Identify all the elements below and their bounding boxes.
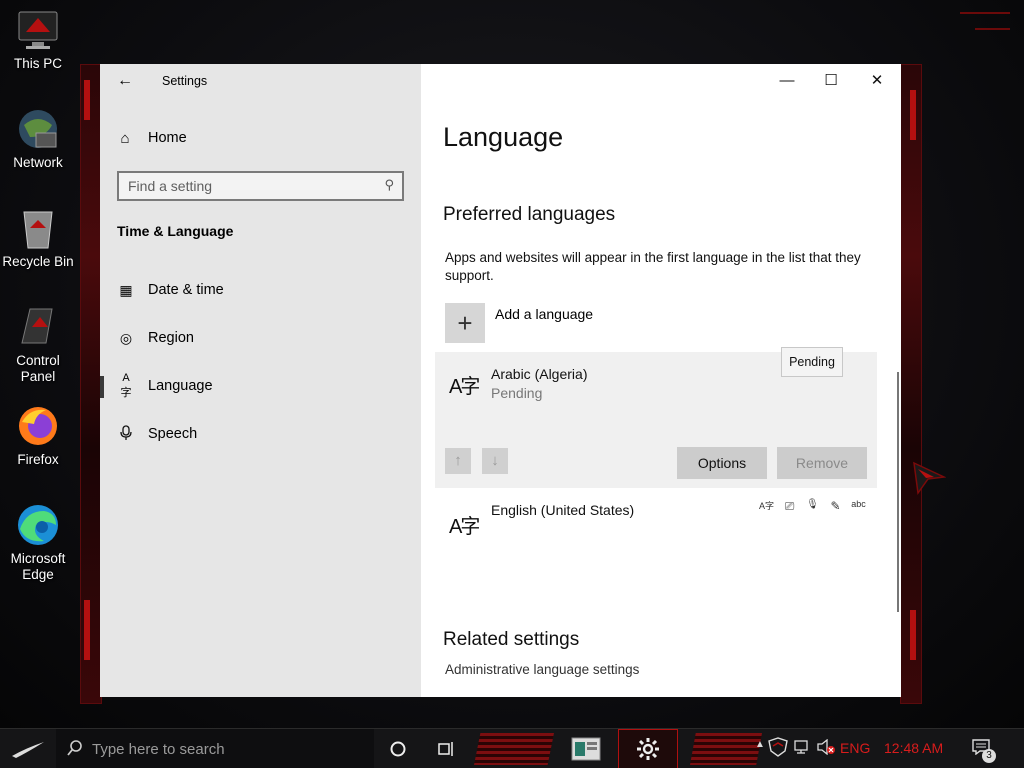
move-down-button[interactable]: ↓ bbox=[482, 448, 508, 474]
desktop-icon-firefox[interactable]: Firefox bbox=[0, 404, 76, 468]
frame-accent bbox=[84, 80, 90, 120]
move-up-button[interactable]: ↑ bbox=[445, 448, 471, 474]
start-button[interactable] bbox=[0, 729, 56, 768]
nav-item-date-time[interactable]: ▦ Date & time bbox=[100, 270, 421, 310]
frame-decor-right bbox=[900, 64, 922, 704]
desktop-icon-label: Network bbox=[13, 155, 63, 170]
nav-item-label: Date & time bbox=[148, 282, 224, 298]
calendar-clock-icon: ▦ bbox=[119, 281, 133, 298]
nav-item-label: Speech bbox=[148, 426, 198, 442]
desktop-icon-recycle-bin[interactable]: Recycle Bin bbox=[0, 206, 76, 270]
language-indicator[interactable]: ENG bbox=[840, 740, 870, 756]
desktop-icon-label: Control Panel bbox=[16, 353, 60, 384]
taskbar-search[interactable] bbox=[56, 729, 374, 768]
globe-icon: ◎ bbox=[119, 329, 133, 346]
window-title: Settings bbox=[162, 74, 208, 88]
desktop-icon-label: Recycle Bin bbox=[2, 254, 74, 269]
spell-check-icon: abc bbox=[851, 499, 866, 509]
close-button[interactable]: ✕ bbox=[854, 64, 900, 98]
minimize-button[interactable]: — bbox=[764, 64, 810, 98]
taskbar: ▲ ENG 12:48 AM 3 bbox=[0, 728, 1024, 768]
language-page: — ☐ ✕ Language Preferred languages Apps … bbox=[421, 64, 947, 697]
maximize-button[interactable]: ☐ bbox=[808, 64, 854, 98]
settings-nav-pane: ← Settings ⌂ Home ⚲ Time & Language ▦ Da… bbox=[100, 64, 421, 697]
language-status: Pending bbox=[491, 385, 543, 401]
nav-item-language[interactable]: A字 Language bbox=[100, 366, 421, 406]
language-name-english[interactable]: English (United States) bbox=[491, 502, 634, 518]
taskbar-search-input[interactable] bbox=[92, 738, 362, 760]
nav-item-region[interactable]: ◎ Region bbox=[100, 318, 421, 358]
desktop-icon-label: This PC bbox=[13, 56, 62, 71]
decor-line bbox=[975, 28, 1010, 30]
language-name: Arabic (Algeria) bbox=[491, 366, 588, 382]
find-setting-search[interactable]: ⚲ bbox=[117, 171, 404, 201]
language-icon: A字 bbox=[449, 516, 480, 538]
text-to-speech-icon: ⎚ bbox=[784, 499, 795, 513]
home-icon: ⌂ bbox=[120, 129, 130, 147]
nav-section-title: Time & Language bbox=[117, 223, 234, 239]
plus-icon: + bbox=[445, 303, 485, 343]
frame-accent bbox=[910, 90, 916, 140]
volume-muted-icon[interactable] bbox=[816, 738, 836, 758]
firefox-icon bbox=[16, 404, 60, 448]
app-window-icon[interactable] bbox=[566, 729, 606, 768]
administrative-language-link[interactable]: Administrative language settings bbox=[445, 662, 639, 677]
network-icon bbox=[16, 107, 60, 151]
nav-item-label: Region bbox=[148, 330, 194, 346]
search-input[interactable] bbox=[119, 173, 369, 199]
title-bar: ← Settings bbox=[100, 64, 421, 98]
desktop-icon-this-pc[interactable]: This PC bbox=[0, 8, 76, 72]
language-icon: A字 bbox=[449, 376, 480, 398]
desktop-icon-label: Microsoft Edge bbox=[10, 551, 66, 582]
task-view-icon[interactable] bbox=[432, 729, 460, 768]
recycle-bin-icon bbox=[16, 206, 60, 250]
rog-shield-icon[interactable] bbox=[767, 737, 789, 760]
preferred-languages-description: Apps and websites will appear in the fir… bbox=[445, 250, 861, 283]
display-language-icon: A字 bbox=[759, 501, 775, 511]
frame-accent bbox=[910, 610, 916, 660]
clock[interactable]: 12:48 AM bbox=[884, 740, 943, 756]
language-icon: A字 bbox=[120, 372, 132, 399]
frame-accent bbox=[84, 600, 90, 660]
back-arrow-icon[interactable]: ← bbox=[114, 70, 136, 92]
options-button[interactable]: Options bbox=[677, 447, 767, 479]
this-pc-icon bbox=[16, 8, 60, 52]
nav-item-speech[interactable]: Speech bbox=[100, 414, 421, 454]
nav-home-label: Home bbox=[148, 130, 187, 146]
desktop-icon-label: Firefox bbox=[17, 452, 59, 467]
nav-item-label: Language bbox=[148, 378, 213, 394]
cortana-icon[interactable] bbox=[384, 729, 412, 768]
related-settings-heading: Related settings bbox=[443, 629, 580, 650]
pending-tooltip: Pending bbox=[781, 347, 843, 377]
preferred-languages-heading: Preferred languages bbox=[443, 204, 616, 225]
network-tray-icon[interactable] bbox=[794, 739, 812, 758]
page-title: Language bbox=[443, 122, 564, 152]
scrollbar[interactable] bbox=[897, 372, 899, 612]
control-panel-icon bbox=[16, 305, 60, 349]
search-icon[interactable]: ⚲ bbox=[384, 177, 394, 193]
nav-home[interactable]: ⌂ Home bbox=[116, 126, 406, 150]
settings-taskbar-button[interactable] bbox=[618, 729, 678, 768]
add-language-button[interactable]: + Add a language bbox=[445, 303, 745, 343]
notification-count-badge: 3 bbox=[982, 749, 996, 763]
microphone-icon bbox=[117, 424, 135, 444]
language-feature-icons: A字 ⎚ 🎙 ✎ abc bbox=[759, 499, 866, 514]
desktop-icon-network[interactable]: Network bbox=[0, 107, 76, 171]
desktop-icon-edge[interactable]: Microsoft Edge bbox=[0, 503, 76, 583]
edge-icon bbox=[16, 503, 60, 547]
remove-button[interactable]: Remove bbox=[777, 447, 867, 479]
decor-line bbox=[960, 12, 1010, 14]
search-icon bbox=[66, 739, 84, 762]
settings-window: ← Settings ⌂ Home ⚲ Time & Language ▦ Da… bbox=[100, 64, 947, 697]
taskbar-decoration bbox=[474, 733, 554, 765]
taskbar-decoration bbox=[690, 733, 762, 765]
speech-recognition-icon: 🎙 bbox=[806, 499, 819, 510]
add-language-label: Add a language bbox=[495, 306, 594, 322]
handwriting-icon: ✎ bbox=[830, 499, 841, 513]
desktop-icon-control-panel[interactable]: Control Panel bbox=[0, 305, 76, 385]
chevron-up-icon[interactable]: ▲ bbox=[755, 739, 765, 750]
